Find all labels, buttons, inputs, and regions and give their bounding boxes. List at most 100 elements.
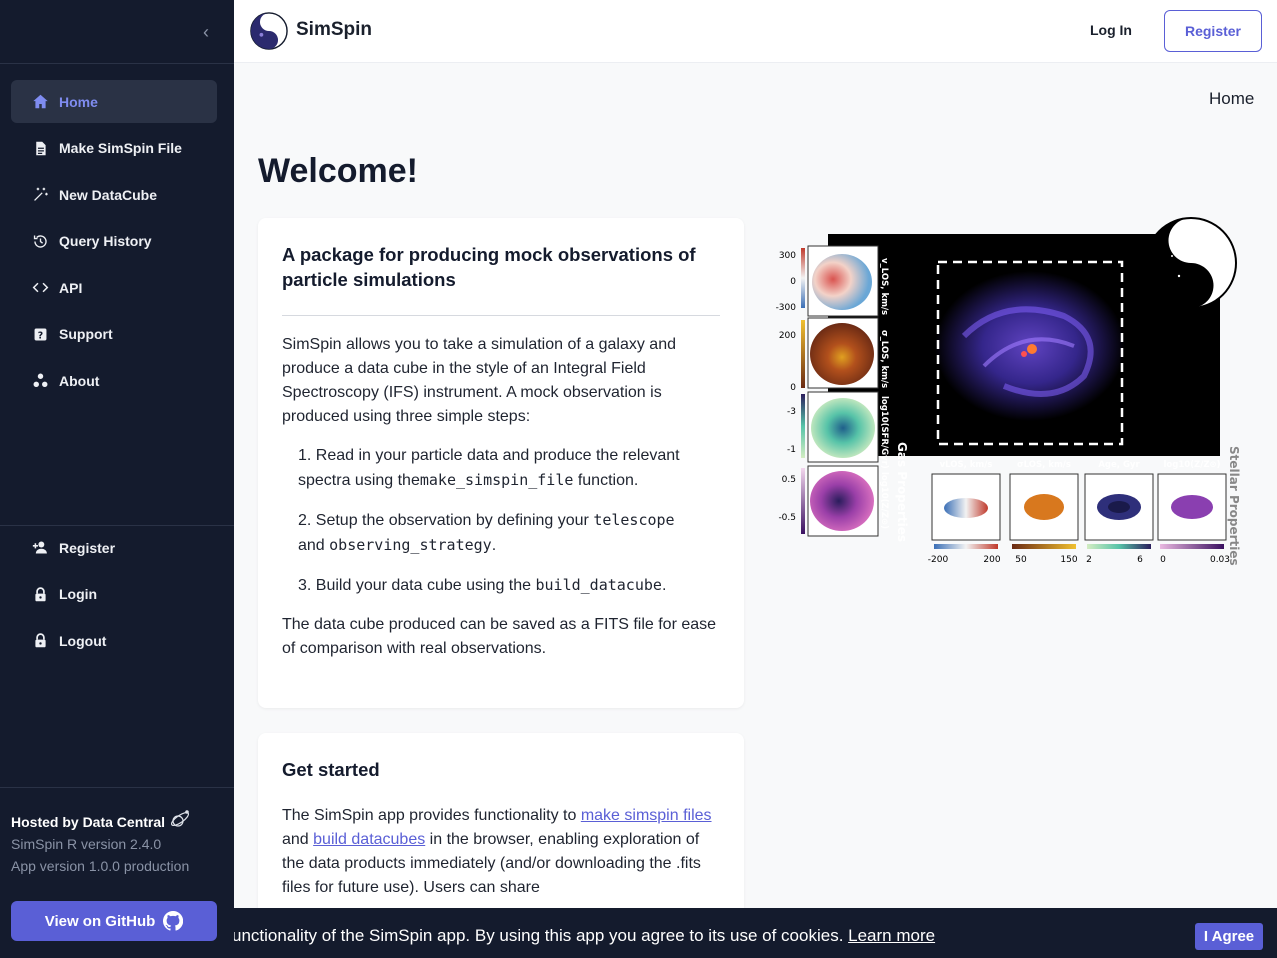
- get-started-text: The SimSpin app provides functionality t…: [282, 807, 581, 824]
- about-icon: [31, 372, 49, 390]
- sidebar-divider: [0, 787, 234, 788]
- step-1: 1. Read in your particle data and produc…: [298, 444, 722, 493]
- intro-card-title: A package for producing mock observation…: [282, 244, 696, 290]
- data-central-logo-icon: [171, 810, 190, 827]
- lock-icon: [31, 585, 49, 603]
- github-button-label: View on GitHub: [44, 912, 156, 930]
- stellar-panel-label: Age, Gyr: [1098, 460, 1140, 470]
- view-on-github-button[interactable]: View on GitHub: [11, 901, 217, 941]
- step-3-text: 3. Build your data cube using the: [298, 577, 536, 594]
- stellar-panel-label: vLOS, km/s: [940, 460, 993, 470]
- home-icon: [31, 93, 49, 111]
- cookie-banner: unctionality of the SimSpin app. By usin…: [234, 908, 1277, 958]
- gas-tick: 0: [790, 277, 796, 287]
- step-1-text-end: function.: [573, 472, 639, 489]
- sidebar-item-label: Logout: [59, 632, 107, 649]
- sidebar-item-register[interactable]: Register: [11, 526, 217, 569]
- sidebar-item-label: About: [59, 372, 100, 389]
- breadcrumb[interactable]: Home: [1209, 89, 1254, 109]
- fits-paragraph: The data cube produced can be saved as a…: [282, 616, 717, 657]
- stellar-tick: 150: [1060, 555, 1077, 565]
- register-button[interactable]: Register: [1164, 10, 1262, 52]
- simspin-emblem-icon: [1145, 217, 1237, 309]
- history-icon: [31, 232, 49, 250]
- gas-tick: -1: [787, 445, 796, 455]
- sidebar-item-label: Login: [59, 586, 98, 602]
- brand-name[interactable]: SimSpin: [296, 19, 372, 41]
- sidebar-item-support[interactable]: ? Support: [11, 313, 217, 356]
- add-user-icon: [31, 539, 49, 557]
- stellar-tick: -200: [928, 555, 949, 565]
- step-2-code-strategy: observing_strategy: [329, 536, 492, 554]
- lock-icon: [31, 632, 49, 650]
- hosted-by-text: Hosted by Data Central: [11, 814, 166, 830]
- intro-card: A package for producing mock observation…: [258, 218, 744, 708]
- file-icon: [31, 139, 49, 157]
- gas-tick: 300: [779, 251, 796, 261]
- code-icon: [31, 279, 49, 297]
- gas-tick: -300: [776, 303, 797, 313]
- auth-nav: Register Login Logout: [11, 526, 217, 666]
- top-header: SimSpin Log In Register: [234, 0, 1277, 63]
- sidebar-item-label: New DataCube: [59, 186, 158, 203]
- sidebar-divider: [0, 63, 234, 64]
- get-started-text-mid: and: [282, 831, 314, 848]
- app-version: App version 1.0.0 production: [11, 858, 190, 874]
- gas-panel-label: v_LOS, km/s: [879, 258, 889, 315]
- gas-tick: -3: [787, 407, 796, 417]
- step-2-code-telescope: telescope: [593, 511, 675, 529]
- page-title: Welcome!: [258, 152, 418, 190]
- github-icon: [163, 911, 184, 931]
- collapse-sidebar-icon[interactable]: ‹: [196, 22, 216, 42]
- sidebar-item-login[interactable]: Login: [11, 573, 217, 616]
- sidebar-footer: Hosted by Data Central SimSpin R version…: [11, 808, 223, 874]
- build-datacubes-link[interactable]: build datacubes: [313, 831, 425, 848]
- stellar-properties-label: Stellar Properties: [1227, 446, 1241, 566]
- sidebar-item-make-simspin-file[interactable]: Make SimSpin File: [11, 127, 217, 170]
- step-2-text-end: .: [491, 537, 497, 554]
- svg-text:?: ?: [37, 330, 42, 341]
- card-divider: [282, 315, 720, 316]
- sidebar-item-query-history[interactable]: Query History: [11, 220, 217, 263]
- step-1-code: make_simspin_file: [419, 471, 574, 489]
- stellar-tick: 0: [1160, 555, 1166, 565]
- step-2-text: 2. Setup the observation by defining you…: [298, 512, 594, 529]
- stellar-tick: 50: [1015, 555, 1027, 565]
- gas-panel-label: log10(Z/Z⊙): [879, 472, 889, 529]
- step-3-text-end: .: [661, 577, 667, 594]
- get-started-paragraph: The SimSpin app provides functionality t…: [282, 804, 722, 900]
- sidebar: ‹ Home Make SimSpin File New DataCube Qu…: [0, 0, 234, 958]
- hosted-by: Hosted by Data Central: [11, 808, 223, 830]
- sidebar-item-home[interactable]: Home: [11, 80, 217, 123]
- sidebar-item-label: Support: [59, 326, 113, 342]
- step-2-text-mid: and: [298, 537, 330, 554]
- agree-button[interactable]: I Agree: [1195, 923, 1263, 950]
- gas-tick: 200: [779, 331, 796, 341]
- step-2: 2. Setup the observation by defining you…: [298, 508, 722, 558]
- r-version: SimSpin R version 2.4.0: [11, 836, 162, 852]
- main-nav: Home Make SimSpin File New DataCube Quer…: [11, 80, 217, 406]
- step-3: 3. Build your data cube using the build_…: [298, 573, 722, 598]
- stellar-panel-label: σLOS, km/s: [1017, 460, 1071, 470]
- stellar-tick: 6: [1137, 555, 1143, 565]
- sidebar-item-new-datacube[interactable]: New DataCube: [11, 173, 217, 216]
- gas-panel-label: log10(SFR/Gyr): [879, 396, 889, 469]
- simspin-logo-icon[interactable]: [250, 12, 288, 50]
- login-link[interactable]: Log In: [1090, 22, 1132, 38]
- stellar-panel-label: log10(Z/Z⊙): [1164, 460, 1221, 470]
- sidebar-item-logout[interactable]: Logout: [11, 619, 217, 662]
- sidebar-item-label: Make SimSpin File: [59, 140, 182, 156]
- sidebar-item-label: API: [59, 279, 83, 296]
- sidebar-item-about[interactable]: About: [11, 359, 217, 402]
- get-started-title: Get started: [282, 759, 380, 780]
- question-icon: ?: [31, 325, 49, 343]
- learn-more-link[interactable]: Learn more: [848, 926, 935, 945]
- cookie-message: unctionality of the SimSpin app. By usin…: [234, 926, 849, 945]
- sidebar-item-label: Home: [59, 93, 98, 110]
- cookie-text: unctionality of the SimSpin app. By usin…: [234, 926, 935, 946]
- gas-panel-label: σ_LOS, km/s: [879, 330, 889, 388]
- make-simspin-files-link[interactable]: make simspin files: [581, 807, 712, 824]
- sparkles-icon: [31, 186, 49, 204]
- gas-properties-label: Gas Properties: [895, 442, 909, 542]
- sidebar-item-api[interactable]: API: [11, 266, 217, 309]
